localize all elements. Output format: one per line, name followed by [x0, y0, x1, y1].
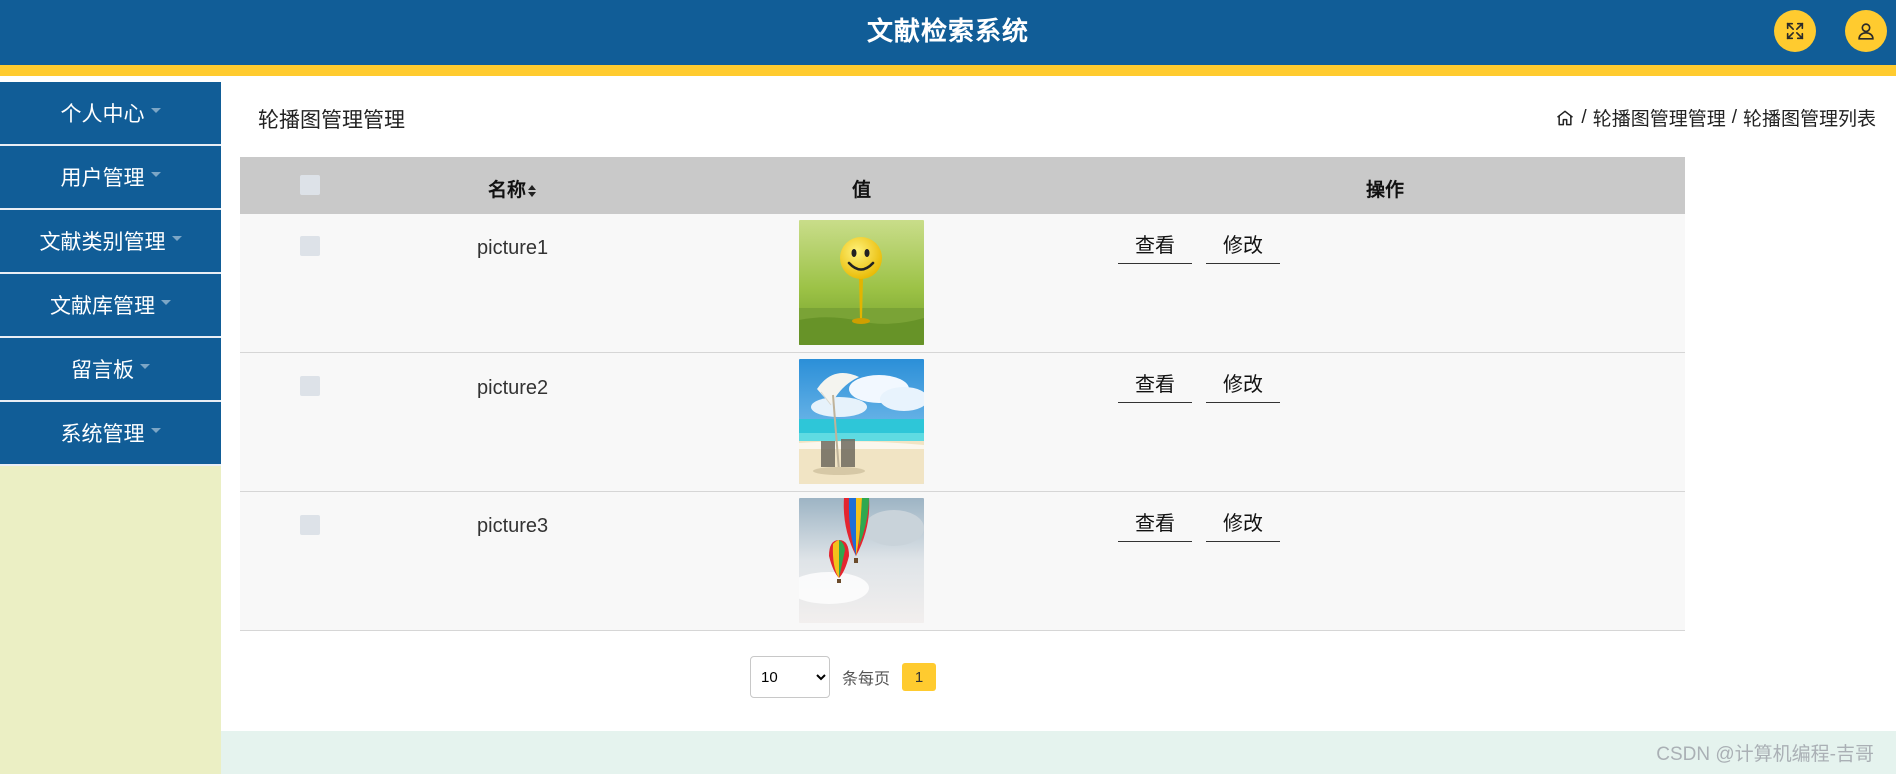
sidebar-item-label: 留言板: [71, 359, 134, 382]
select-all-checkbox[interactable]: [300, 175, 320, 195]
caret-down-icon: [150, 427, 161, 433]
breadcrumb-item[interactable]: 轮播图管理管理: [1593, 104, 1726, 131]
table-row: picture1 查看 修改: [240, 214, 1685, 353]
caret-down-icon: [150, 171, 161, 177]
caret-down-icon: [140, 363, 150, 369]
edit-button[interactable]: 修改: [1206, 224, 1280, 264]
sidebar-item-category-management[interactable]: 文献类别管理: [0, 210, 221, 274]
breadcrumb: / 轮播图管理管理 / 轮播图管理列表: [1555, 104, 1876, 131]
view-button[interactable]: 查看: [1118, 502, 1192, 542]
hot-air-balloons-image: [799, 498, 924, 623]
edit-button[interactable]: 修改: [1206, 363, 1280, 403]
row-checkbox[interactable]: [300, 376, 320, 396]
row-checkbox[interactable]: [300, 515, 320, 535]
sidebar-item-user-management[interactable]: 用户管理: [0, 146, 221, 210]
fullscreen-icon: [1786, 22, 1804, 40]
smiley-golf-ball-image: [799, 220, 924, 345]
sidebar-item-message-board[interactable]: 留言板: [0, 338, 221, 402]
row-name: picture2: [477, 377, 549, 399]
sidebar: 个人中心 用户管理 文献类别管理 文献库管理 留言板 系统管理: [0, 82, 221, 774]
sort-icon[interactable]: [527, 183, 537, 199]
sidebar-item-personal-center[interactable]: 个人中心: [0, 82, 221, 146]
sidebar-item-label: 文献库管理: [50, 295, 155, 318]
page-number-current[interactable]: 1: [902, 663, 937, 691]
sidebar-item-label: 系统管理: [60, 423, 145, 446]
header-accent-stripe: [0, 65, 1896, 76]
watermark-text: CSDN @计算机编程-吉哥: [1656, 744, 1874, 765]
app-title: 文献检索系统: [866, 16, 1029, 46]
sidebar-item-system-management[interactable]: 系统管理: [0, 402, 221, 466]
pagination: 10 条每页 1: [750, 656, 937, 698]
fullscreen-button[interactable]: [1774, 10, 1816, 52]
column-header-value: 值: [852, 180, 872, 201]
row-checkbox[interactable]: [300, 236, 320, 256]
view-button[interactable]: 查看: [1118, 224, 1192, 264]
sidebar-item-label: 文献类别管理: [39, 231, 166, 254]
breadcrumb-item-current: 轮播图管理列表: [1742, 109, 1876, 130]
view-button[interactable]: 查看: [1118, 363, 1192, 403]
user-button[interactable]: [1845, 10, 1887, 52]
home-icon[interactable]: [1555, 108, 1575, 128]
sidebar-item-label: 个人中心: [60, 103, 145, 126]
row-name: picture1: [477, 237, 549, 259]
breadcrumb-separator: /: [1731, 106, 1737, 128]
beach-umbrella-image: [799, 359, 924, 484]
sidebar-item-label: 用户管理: [60, 167, 145, 190]
row-name: picture3: [477, 515, 549, 537]
page-size-select[interactable]: 10: [750, 656, 830, 698]
breadcrumb-separator: /: [1581, 106, 1587, 128]
column-header-name[interactable]: 名称: [488, 175, 537, 202]
table-row: picture2 查看 修改: [240, 353, 1685, 492]
sidebar-item-library-management[interactable]: 文献库管理: [0, 274, 221, 338]
column-header-operations: 操作: [1366, 180, 1405, 201]
carousel-table: 名称 值 操作 picture1 查看 修改 picture2 查看 修改 pi…: [240, 157, 1685, 631]
caret-down-icon: [171, 235, 182, 241]
table-header-row: 名称 值 操作: [240, 157, 1685, 214]
page-title: 轮播图管理管理: [258, 109, 405, 132]
per-page-label: 条每页: [842, 671, 891, 688]
caret-down-icon: [161, 299, 171, 305]
caret-down-icon: [150, 107, 161, 113]
edit-button[interactable]: 修改: [1206, 502, 1280, 542]
table-row: picture3 查看 修改: [240, 492, 1685, 631]
user-icon: [1858, 23, 1874, 40]
footer-bar: [221, 731, 1896, 774]
